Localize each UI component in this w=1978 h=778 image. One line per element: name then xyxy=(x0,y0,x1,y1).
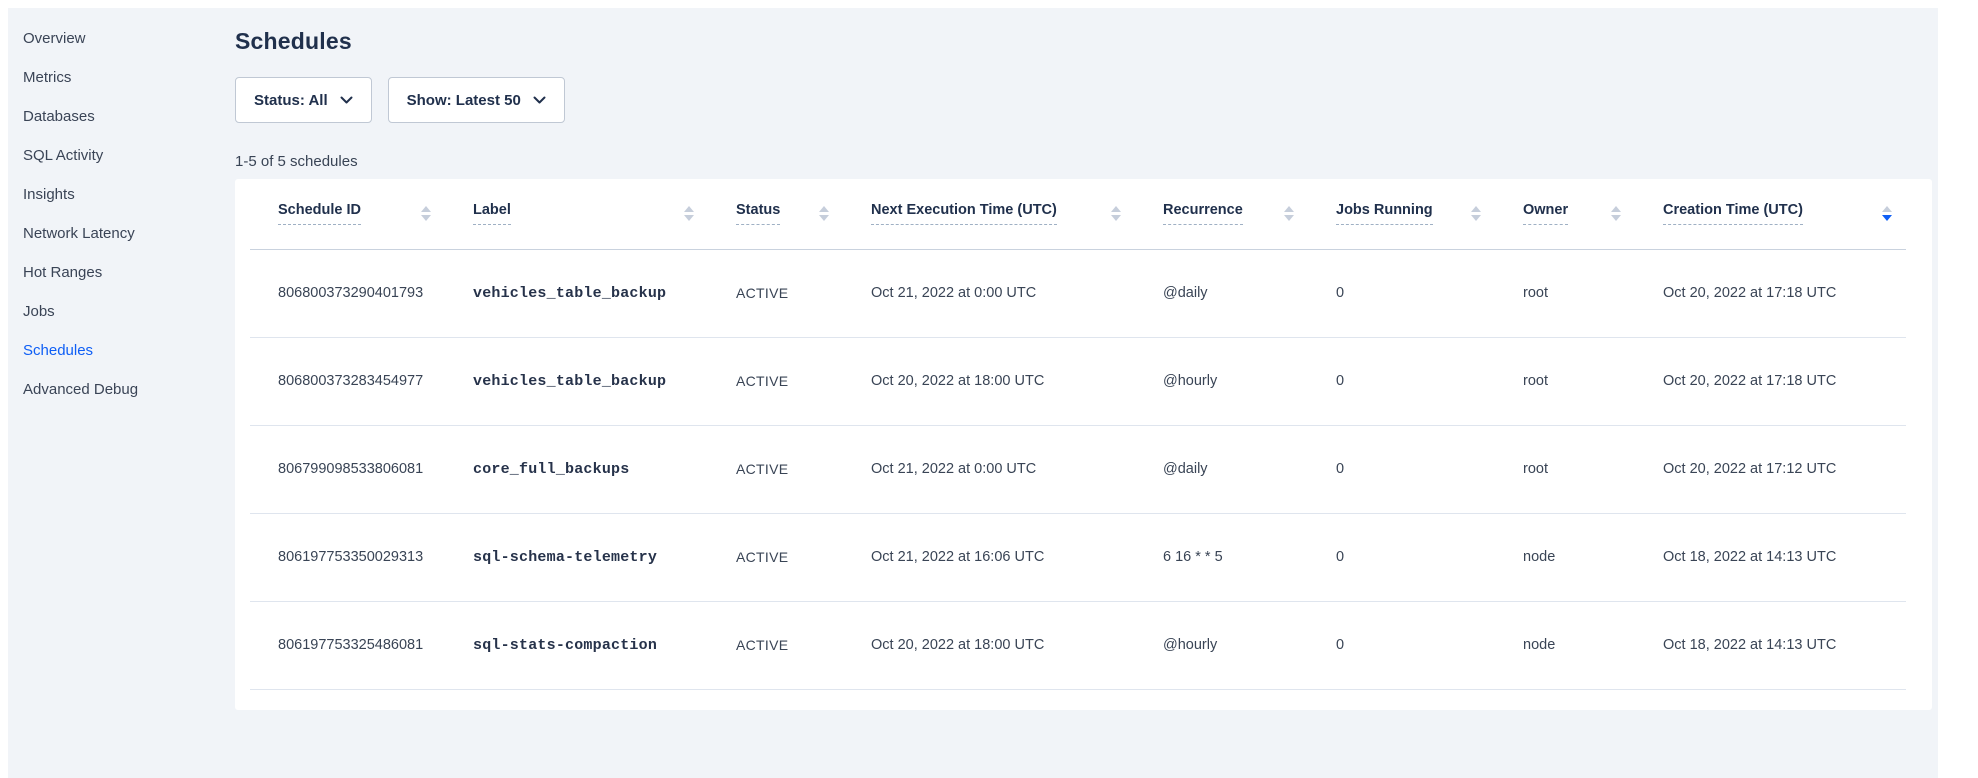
cell-label: sql-schema-telemetry xyxy=(445,513,708,601)
column-label: Recurrence xyxy=(1163,202,1243,225)
cell-status: ACTIVE xyxy=(708,513,843,601)
sidebar-item-databases[interactable]: Databases xyxy=(23,106,223,128)
cell-jobs-running: 0 xyxy=(1308,337,1495,425)
cell-recurrence: @hourly xyxy=(1135,601,1308,689)
cell-creation-time: Oct 18, 2022 at 14:13 UTC xyxy=(1635,601,1906,689)
cell-creation-time: Oct 20, 2022 at 17:18 UTC xyxy=(1635,337,1906,425)
chevron-down-icon xyxy=(533,96,546,104)
cell-owner: root xyxy=(1495,249,1635,337)
page-title: Schedules xyxy=(235,28,1938,55)
table-row: 806800373290401793 vehicles_table_backup… xyxy=(250,249,1906,337)
sort-arrows-icon[interactable] xyxy=(1471,206,1481,221)
column-header-label[interactable]: Label xyxy=(445,179,708,249)
cell-owner: root xyxy=(1495,425,1635,513)
column-header-recurrence[interactable]: Recurrence xyxy=(1135,179,1308,249)
cell-jobs-running: 0 xyxy=(1308,513,1495,601)
table-row: 806197753325486081 sql-stats-compaction … xyxy=(250,601,1906,689)
column-label: Schedule ID xyxy=(278,202,361,225)
cell-recurrence: @daily xyxy=(1135,425,1308,513)
column-label: Status xyxy=(736,202,780,225)
table-row: 806197753350029313 sql-schema-telemetry … xyxy=(250,513,1906,601)
sidebar-item-jobs[interactable]: Jobs xyxy=(23,301,223,323)
column-header-owner[interactable]: Owner xyxy=(1495,179,1635,249)
app-viewport: Overview Metrics Databases SQL Activity … xyxy=(8,8,1938,778)
results-count: 1-5 of 5 schedules xyxy=(235,153,1938,170)
sort-arrows-icon[interactable] xyxy=(421,206,431,221)
column-header-next-execution-time[interactable]: Next Execution Time (UTC) xyxy=(843,179,1135,249)
sort-arrows-icon[interactable] xyxy=(1611,206,1621,221)
cell-owner: node xyxy=(1495,601,1635,689)
cell-jobs-running: 0 xyxy=(1308,425,1495,513)
cell-recurrence: 6 16 * * 5 xyxy=(1135,513,1308,601)
cell-status: ACTIVE xyxy=(708,249,843,337)
cell-recurrence: @daily xyxy=(1135,249,1308,337)
show-filter-label: Show: Latest 50 xyxy=(407,92,521,109)
cell-owner: node xyxy=(1495,513,1635,601)
column-label: Creation Time (UTC) xyxy=(1663,202,1803,225)
sort-arrows-icon[interactable] xyxy=(1882,206,1892,221)
cell-next-execution-time: Oct 21, 2022 at 16:06 UTC xyxy=(843,513,1135,601)
cell-jobs-running: 0 xyxy=(1308,601,1495,689)
show-filter-dropdown[interactable]: Show: Latest 50 xyxy=(388,77,565,123)
cell-creation-time: Oct 20, 2022 at 17:18 UTC xyxy=(1635,249,1906,337)
cell-creation-time: Oct 18, 2022 at 14:13 UTC xyxy=(1635,513,1906,601)
cell-recurrence: @hourly xyxy=(1135,337,1308,425)
cell-next-execution-time: Oct 20, 2022 at 18:00 UTC xyxy=(843,601,1135,689)
cell-next-execution-time: Oct 21, 2022 at 0:00 UTC xyxy=(843,425,1135,513)
cell-next-execution-time: Oct 21, 2022 at 0:00 UTC xyxy=(843,249,1135,337)
table-row: 806799098533806081 core_full_backups ACT… xyxy=(250,425,1906,513)
cell-creation-time: Oct 20, 2022 at 17:12 UTC xyxy=(1635,425,1906,513)
sidebar-item-schedules[interactable]: Schedules xyxy=(23,340,223,362)
column-header-jobs-running[interactable]: Jobs Running xyxy=(1308,179,1495,249)
sidebar-item-overview[interactable]: Overview xyxy=(23,28,223,50)
cell-owner: root xyxy=(1495,337,1635,425)
cell-status: ACTIVE xyxy=(708,425,843,513)
cell-next-execution-time: Oct 20, 2022 at 18:00 UTC xyxy=(843,337,1135,425)
column-label: Owner xyxy=(1523,202,1568,225)
cell-label: vehicles_table_backup xyxy=(445,249,708,337)
sort-arrows-icon[interactable] xyxy=(819,206,829,221)
sidebar-item-advanced-debug[interactable]: Advanced Debug xyxy=(23,379,223,401)
cell-schedule-id: 806799098533806081 xyxy=(250,425,445,513)
column-header-status[interactable]: Status xyxy=(708,179,843,249)
cell-label: vehicles_table_backup xyxy=(445,337,708,425)
sidebar-item-network-latency[interactable]: Network Latency xyxy=(23,223,223,245)
table-row: 806800373283454977 vehicles_table_backup… xyxy=(250,337,1906,425)
sort-arrows-icon[interactable] xyxy=(1111,206,1121,221)
main-content: Schedules Status: All Show: Latest 50 1-… xyxy=(235,8,1938,710)
cell-schedule-id: 806800373290401793 xyxy=(250,249,445,337)
table-header-row: Schedule ID Label Status Next Execution … xyxy=(250,179,1906,249)
status-filter-dropdown[interactable]: Status: All xyxy=(235,77,372,123)
schedules-table: Schedule ID Label Status Next Execution … xyxy=(250,179,1906,690)
column-label: Next Execution Time (UTC) xyxy=(871,202,1057,225)
column-label: Label xyxy=(473,202,511,225)
column-label: Jobs Running xyxy=(1336,202,1433,225)
sidebar-item-sql-activity[interactable]: SQL Activity xyxy=(23,145,223,167)
cell-status: ACTIVE xyxy=(708,601,843,689)
cell-schedule-id: 806197753325486081 xyxy=(250,601,445,689)
sidebar-item-hot-ranges[interactable]: Hot Ranges xyxy=(23,262,223,284)
cell-jobs-running: 0 xyxy=(1308,249,1495,337)
status-filter-label: Status: All xyxy=(254,92,328,109)
cell-label: core_full_backups xyxy=(445,425,708,513)
sidebar-item-insights[interactable]: Insights xyxy=(23,184,223,206)
schedules-card: Schedule ID Label Status Next Execution … xyxy=(235,179,1932,710)
sort-arrows-icon[interactable] xyxy=(1284,206,1294,221)
chevron-down-icon xyxy=(340,96,353,104)
column-header-creation-time[interactable]: Creation Time (UTC) xyxy=(1635,179,1906,249)
cell-schedule-id: 806197753350029313 xyxy=(250,513,445,601)
column-header-schedule-id[interactable]: Schedule ID xyxy=(250,179,445,249)
cell-status: ACTIVE xyxy=(708,337,843,425)
sort-arrows-icon[interactable] xyxy=(684,206,694,221)
cell-label: sql-stats-compaction xyxy=(445,601,708,689)
cell-schedule-id: 806800373283454977 xyxy=(250,337,445,425)
filter-bar: Status: All Show: Latest 50 xyxy=(235,77,1938,123)
sidebar-item-metrics[interactable]: Metrics xyxy=(23,67,223,89)
sidebar: Overview Metrics Databases SQL Activity … xyxy=(23,28,223,418)
